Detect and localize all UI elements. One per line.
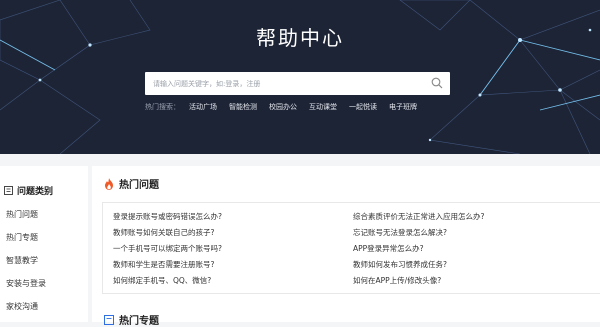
question-link[interactable]: 教师和学生是否需要注册账号? [113,259,214,270]
question-link[interactable]: 登录提示账号或密码错误怎么办? [113,211,222,222]
hot-keyword[interactable]: 智能检测 [229,102,257,112]
hot-topics-title: 热门专题 [119,316,159,327]
hot-keyword[interactable]: 校园办公 [269,102,297,112]
hot-keyword[interactable]: 电子班牌 [389,102,417,112]
hot-keyword[interactable]: 一起悦读 [349,102,377,112]
page-title: 帮助中心 [256,26,344,50]
main-content: 热门问题 登录提示账号或密码错误怎么办? 教师账号如何关联自己的孩子? 一个手机… [92,166,600,327]
hot-questions-title: 热门问题 [119,180,159,191]
fire-icon [105,177,113,190]
question-link[interactable]: 忘记账号无法登录怎么解决? [353,227,447,238]
topic-icon [104,314,114,325]
category-sidebar: 问题类别 热门问题 热门专题 智慧教学 安装与登录 家校沟通 [0,166,88,322]
hot-search-label: 热门搜索： [145,103,180,111]
sidebar-item-hot-questions[interactable]: 热门问题 [6,209,38,220]
hot-topics-header: 热门专题 [104,312,159,327]
question-link[interactable]: 教师账号如何关联自己的孩子? [113,227,214,238]
search-icon[interactable] [431,77,443,89]
search-box [145,72,450,95]
category-icon [4,186,13,195]
hot-questions-list: 登录提示账号或密码错误怎么办? 教师账号如何关联自己的孩子? 一个手机号可以绑定… [102,202,600,294]
question-link[interactable]: 综合素质评价无法正常进入应用怎么办? [353,211,484,222]
question-link[interactable]: 一个手机号可以绑定两个账号吗? [113,243,222,254]
sidebar-title: 问题类别 [17,187,54,197]
hero-banner: 帮助中心 热门搜索： 活动广场 智能检测 校园办公 互动课堂 一起悦读 电子班牌 [0,0,600,154]
question-link[interactable]: 如何绑定手机号、QQ、微信? [113,275,211,286]
question-link[interactable]: APP登录异常怎么办? [353,243,424,254]
hot-questions-header: 热门问题 [104,176,159,191]
hot-keyword[interactable]: 互动课堂 [309,102,337,112]
question-link[interactable]: 如何在APP上传/修改头像? [353,275,441,286]
sidebar-item-hot-topics[interactable]: 热门专题 [6,232,38,243]
sidebar-item-install-login[interactable]: 安装与登录 [6,278,46,289]
sidebar-item-smart-teaching[interactable]: 智慧教学 [6,255,38,266]
sidebar-item-home-school[interactable]: 家校沟通 [6,301,38,312]
sidebar-header: 问题类别 [4,184,53,197]
hot-search-bar: 热门搜索： 活动广场 智能检测 校园办公 互动课堂 一起悦读 电子班牌 [145,102,429,112]
hot-keyword[interactable]: 活动广场 [189,102,217,112]
search-input[interactable] [153,76,423,91]
question-link[interactable]: 教师如何发布习惯养成任务? [353,259,447,270]
